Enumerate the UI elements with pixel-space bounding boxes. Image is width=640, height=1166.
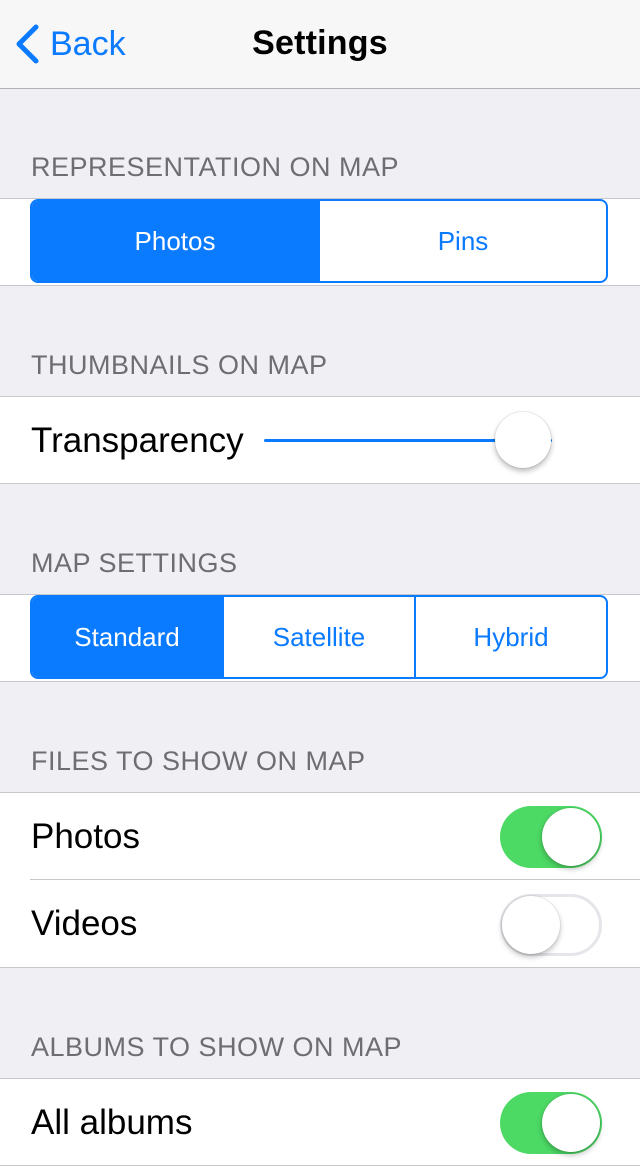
segment-pins[interactable]: Pins xyxy=(318,201,606,281)
all-albums-toggle[interactable] xyxy=(500,1092,602,1154)
section-header-files: FILES TO SHOW ON MAP xyxy=(31,746,366,776)
section-header-albums: ALBUMS TO SHOW ON MAP xyxy=(31,1032,403,1062)
toggle-knob xyxy=(542,1094,600,1152)
transparency-label: Transparency xyxy=(31,421,244,460)
representation-group: Photos Pins xyxy=(0,198,640,286)
albums-group: All albums xyxy=(0,1078,640,1166)
files-group: Photos Videos xyxy=(0,792,640,968)
section-header-map-settings: MAP SETTINGS xyxy=(31,548,238,578)
toggle-knob xyxy=(502,896,560,954)
map-settings-group: Standard Satellite Hybrid xyxy=(0,594,640,682)
segment-satellite[interactable]: Satellite xyxy=(222,597,414,677)
segment-hybrid[interactable]: Hybrid xyxy=(414,597,606,677)
transparency-slider-thumb[interactable] xyxy=(495,412,552,468)
section-header-representation: REPRESENTATION ON MAP xyxy=(31,152,400,182)
segment-standard[interactable]: Standard xyxy=(32,597,222,677)
photos-toggle[interactable] xyxy=(500,806,602,868)
section-header-thumbnails: THUMBNAILS ON MAP xyxy=(31,350,328,380)
map-type-segmented-control: Standard Satellite Hybrid xyxy=(30,595,608,679)
all-albums-row-label: All albums xyxy=(31,1103,193,1142)
navigation-bar: Back Settings xyxy=(0,0,640,89)
page-title: Settings xyxy=(252,24,388,62)
videos-toggle[interactable] xyxy=(500,894,602,956)
representation-segmented-control: Photos Pins xyxy=(30,199,608,283)
row-divider xyxy=(30,879,640,880)
segment-photos[interactable]: Photos xyxy=(32,201,318,281)
videos-row-label: Videos xyxy=(31,904,138,943)
toggle-knob xyxy=(542,808,600,866)
thumbnails-group: Transparency xyxy=(0,396,640,484)
photos-row-label: Photos xyxy=(31,817,140,856)
